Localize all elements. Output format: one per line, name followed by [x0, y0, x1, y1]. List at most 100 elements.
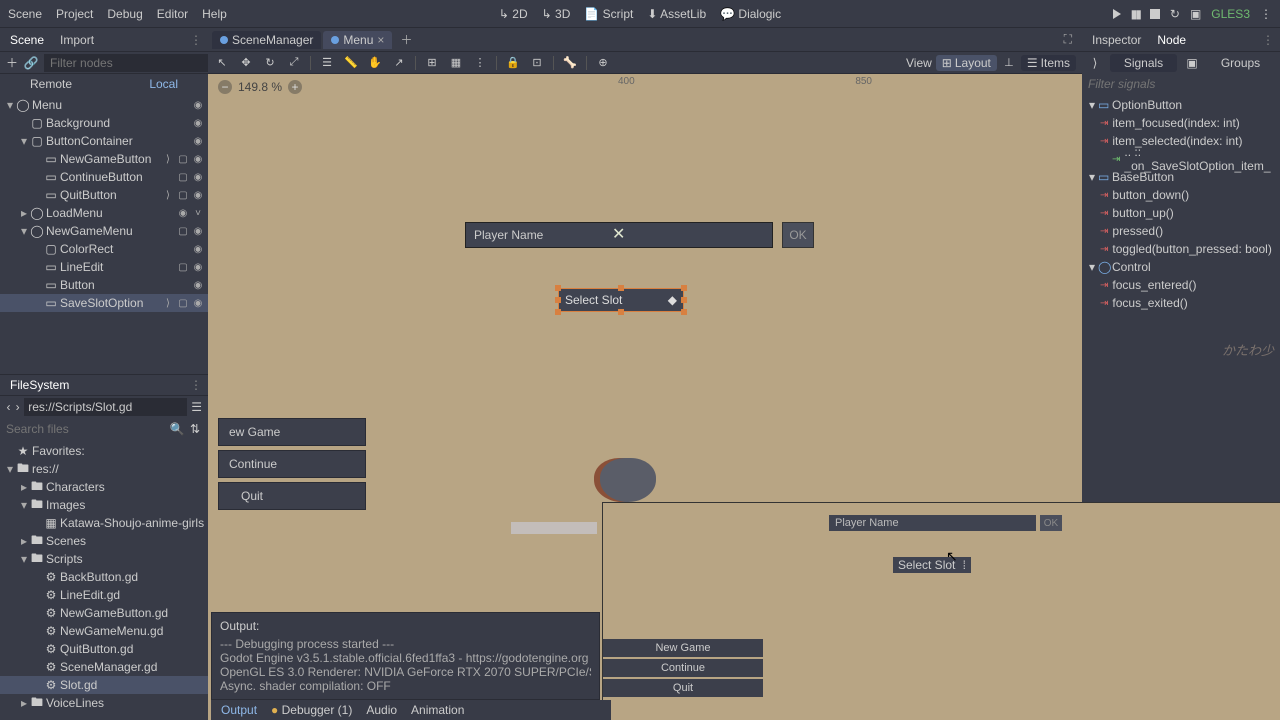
fs-newgamebutton[interactable]: NewGameButton.gd [60, 606, 204, 620]
signal-toggled[interactable]: toggled(button_pressed: bool) [1112, 242, 1271, 256]
signal-item-focused[interactable]: item_focused(index: int) [1112, 116, 1239, 130]
layout-dropdown[interactable]: ⊞Layout [936, 55, 997, 71]
workspace-assetlib[interactable]: ⬇ AssetLib [647, 7, 706, 21]
game-continue-button[interactable]: Continue [603, 659, 763, 677]
fs-images[interactable]: Images [46, 498, 204, 512]
lock-icon[interactable]: 🔒 [505, 55, 521, 71]
fs-newgamemenu[interactable]: NewGameMenu.gd [60, 624, 204, 638]
bone-icon[interactable]: 🦴 [562, 55, 578, 71]
toggle-icon[interactable]: ▾ [4, 98, 16, 112]
signal-connection[interactable]: .. :: _on_SaveSlotOption_item_ [1124, 145, 1280, 173]
node-menu[interactable]: Menu [32, 98, 192, 112]
add-tab-icon[interactable]: ＋ [394, 31, 418, 48]
nav-back-icon[interactable]: ‹ [6, 400, 11, 414]
node-button[interactable]: Button [60, 278, 192, 292]
play-scene-icon[interactable]: ▣ [1190, 7, 1201, 21]
node-lineedit[interactable]: LineEdit [60, 260, 177, 274]
tab-filesystem[interactable]: FileSystem [6, 376, 73, 394]
bottom-tab-audio[interactable]: Audio [366, 703, 397, 717]
canvas-character-sprite[interactable] [600, 458, 656, 502]
script-icon[interactable]: ▢ [177, 298, 189, 309]
signal-focus-exited[interactable]: focus_exited() [1112, 296, 1187, 310]
zoom-out-icon[interactable]: − [218, 80, 232, 94]
menu-expand-icon[interactable]: ⋮ [1260, 7, 1272, 21]
toggle-icon[interactable]: ▾ [4, 462, 16, 476]
bottom-tab-animation[interactable]: Animation [411, 703, 464, 717]
script-icon[interactable]: ▢ [177, 190, 189, 201]
visibility-icon[interactable]: ◉ [192, 190, 204, 201]
ruler-tool-icon[interactable]: 📏 [343, 55, 359, 71]
resize-handle[interactable] [618, 285, 624, 291]
menu-debug[interactable]: Debug [107, 7, 142, 21]
visibility-icon[interactable]: ◉ [192, 280, 204, 291]
resize-handle[interactable] [555, 309, 561, 315]
tab-import[interactable]: Import [56, 31, 98, 49]
visibility-icon[interactable]: ◉ [192, 172, 204, 183]
game-quit-button[interactable]: Quit [603, 679, 763, 697]
signal-pressed[interactable]: pressed() [1112, 224, 1163, 238]
node-colorrect[interactable]: ColorRect [60, 242, 192, 256]
toggle-icon[interactable]: ▾ [18, 498, 30, 512]
visibility-icon[interactable]: ◉ [177, 208, 189, 219]
fs-scenes[interactable]: Scenes [46, 534, 204, 548]
node-background[interactable]: Background [46, 116, 192, 130]
resize-handle[interactable] [555, 297, 561, 303]
signal-icon[interactable]: ⟩ [162, 190, 174, 201]
resize-handle[interactable] [555, 285, 561, 291]
game-newgame-button[interactable]: New Game [603, 639, 763, 657]
node-loadmenu[interactable]: LoadMenu [46, 206, 177, 220]
select-tool-icon[interactable]: ↖ [214, 55, 230, 71]
toggle-icon[interactable]: ▸ [18, 206, 30, 220]
workspace-3d[interactable]: ↳ 3D [542, 7, 571, 21]
workspace-2d[interactable]: ↳ 2D [499, 7, 528, 21]
rotate-tool-icon[interactable]: ↻ [262, 55, 278, 71]
bottom-tab-debugger[interactable]: Debugger (1) [271, 703, 352, 717]
collapse-icon[interactable]: ⋮ [190, 33, 202, 47]
class-optionbutton[interactable]: OptionButton [1112, 98, 1182, 112]
pan-tool-icon[interactable]: ✋ [367, 55, 383, 71]
visibility-icon[interactable]: ◉ [192, 136, 204, 147]
toggle-icon[interactable]: ▾ [18, 134, 30, 148]
menu-project[interactable]: Project [56, 7, 93, 21]
sort-icon[interactable]: ⇅ [188, 422, 202, 436]
grid-icon[interactable]: ▦ [448, 55, 464, 71]
script-icon[interactable]: ▢ [177, 262, 189, 273]
fs-slot[interactable]: Slot.gd [60, 678, 204, 692]
game-ok-button[interactable]: OK [1040, 515, 1062, 531]
bottom-tab-output[interactable]: Output [221, 703, 257, 717]
visibility-icon[interactable]: ◉ [192, 244, 204, 255]
visibility-icon[interactable]: ◉ [192, 154, 204, 165]
toggle-icon[interactable]: ▾ [1086, 260, 1098, 274]
visibility-icon[interactable]: ◉ [192, 100, 204, 111]
menu-scene[interactable]: Scene [8, 7, 42, 21]
group-icon[interactable]: ▣ [1185, 56, 1199, 70]
search-icon[interactable]: 🔍 [170, 422, 184, 436]
filter-signals-input[interactable] [1088, 77, 1274, 91]
canvas-quit-button[interactable]: Quit [218, 482, 366, 510]
script-icon[interactable]: ▢ [177, 172, 189, 183]
fullscreen-icon[interactable]: ⛶ [1058, 32, 1078, 47]
stop-icon[interactable] [1150, 9, 1160, 19]
group-icon[interactable]: ⊡ [529, 55, 545, 71]
game-select-slot-dropdown[interactable]: Select Slot⁞ [893, 557, 971, 573]
canvas-ok-button[interactable]: OK [782, 222, 814, 248]
workspace-dialogic[interactable]: 💬 Dialogic [720, 7, 781, 21]
signal-button-up[interactable]: button_up() [1112, 206, 1173, 220]
script-icon[interactable]: ▢ [177, 154, 189, 165]
visibility-icon[interactable]: ◉ [192, 262, 204, 273]
reload-icon[interactable]: ↻ [1170, 7, 1180, 21]
toggle-icon[interactable]: ▸ [18, 534, 30, 548]
signal-icon[interactable]: ⟩ [162, 154, 174, 165]
fs-res[interactable]: res:// [32, 462, 204, 476]
anchor-preset-icon[interactable]: ⊥ [1001, 55, 1017, 71]
resize-handle[interactable] [681, 285, 687, 291]
script-icon[interactable]: ▢ [177, 226, 189, 237]
workspace-script[interactable]: 📄 Script [584, 7, 633, 21]
tab-scene[interactable]: Scene [6, 31, 48, 49]
fs-katawa[interactable]: Katawa-Shoujo-anime-girls-Han [60, 516, 204, 530]
toggle-icon[interactable]: ▾ [18, 552, 30, 566]
play-icon[interactable] [1113, 9, 1121, 19]
node-newgamemenu[interactable]: NewGameMenu [46, 224, 177, 238]
anchor-icon[interactable]: ⊕ [595, 55, 611, 71]
cursor-tool-icon[interactable]: ↗ [391, 55, 407, 71]
